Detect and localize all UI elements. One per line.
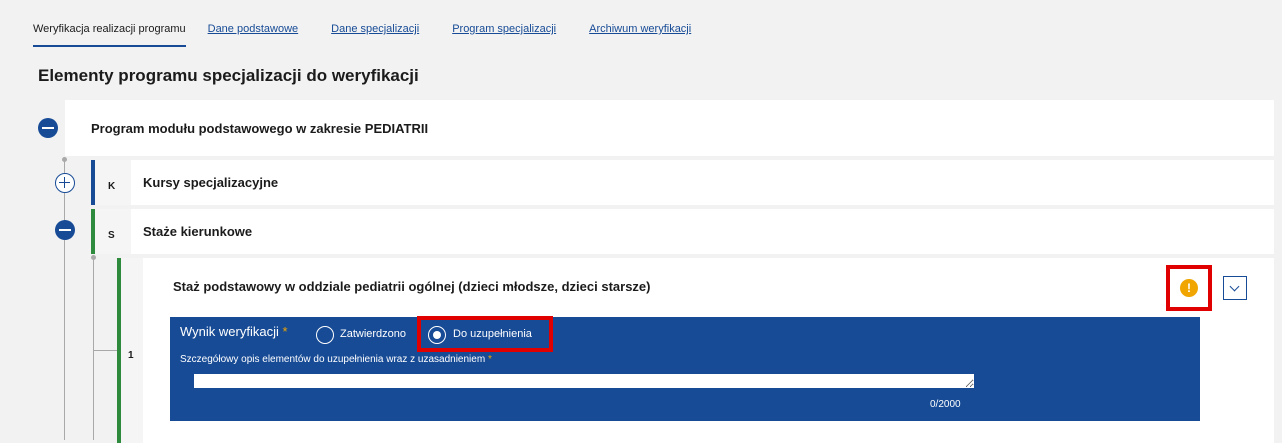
item-tag-bar	[117, 258, 121, 443]
character-counter: 0/2000	[930, 399, 961, 410]
item-number-column: 1	[117, 258, 143, 443]
page-title: Elementy programu specjalizacji do weryf…	[38, 66, 419, 85]
top-area: Weryfikacja realizacji programu Dane pod…	[0, 0, 1282, 100]
item-title: Staż podstawowy w oddziale pediatrii ogó…	[173, 279, 651, 294]
tab-basic-data[interactable]: Dane podstawowe	[208, 23, 299, 47]
internships-row: S Staże kierunkowe	[91, 209, 1274, 254]
description-label: Szczegółowy opis elementów do uzupełnien…	[180, 354, 492, 365]
tab-bar: Weryfikacja realizacji programu Dane pod…	[33, 23, 724, 47]
required-mark: *	[282, 324, 288, 339]
result-label-text: Wynik weryfikacji	[180, 324, 279, 339]
internships-title: Staże kierunkowe	[143, 224, 253, 239]
internships-tag: S	[108, 230, 115, 241]
courses-tag: K	[108, 181, 116, 192]
module-row: Program modułu podstawowego w zakresie P…	[65, 100, 1274, 156]
verification-form: Wynik weryfikacji * Zatwierdzono Do uzup…	[170, 316, 1200, 421]
warning-highlight	[1166, 265, 1212, 311]
radio-approved[interactable]	[316, 326, 334, 344]
result-label: Wynik weryfikacji *	[180, 324, 288, 339]
tab-verification-archive[interactable]: Archiwum weryfikacji	[589, 23, 691, 47]
internships-tag-bar	[91, 209, 95, 254]
courses-tag-bar	[91, 160, 95, 205]
description-required-mark: *	[487, 354, 492, 365]
description-textarea[interactable]	[194, 374, 974, 388]
tree-line	[93, 350, 118, 351]
tree-node-dot	[62, 157, 67, 162]
courses-title: Kursy specjalizacyjne	[143, 175, 279, 190]
tree-line	[64, 160, 65, 440]
radio-approved-label[interactable]: Zatwierdzono	[340, 328, 406, 340]
expand-courses-icon[interactable]	[55, 173, 75, 193]
collapse-internships-icon[interactable]	[55, 220, 75, 240]
collapse-module-icon[interactable]	[38, 118, 58, 138]
tab-verification[interactable]: Weryfikacja realizacji programu	[33, 23, 186, 47]
courses-tag-column: K	[91, 160, 131, 205]
courses-row: K Kursy specjalizacyjne	[91, 160, 1274, 205]
tab-specialization-data[interactable]: Dane specjalizacji	[331, 23, 419, 47]
module-title: Program modułu podstawowego w zakresie P…	[91, 121, 429, 136]
tree-line	[93, 258, 94, 440]
expand-item-chevron-icon[interactable]	[1223, 276, 1247, 300]
internships-tag-column: S	[91, 209, 131, 254]
selected-option-highlight	[417, 316, 553, 352]
tree-node-dot	[91, 255, 96, 260]
description-label-text: Szczegółowy opis elementów do uzupełnien…	[180, 354, 486, 365]
tab-specialization-program[interactable]: Program specjalizacji	[452, 23, 556, 47]
item-number: 1	[128, 350, 134, 361]
